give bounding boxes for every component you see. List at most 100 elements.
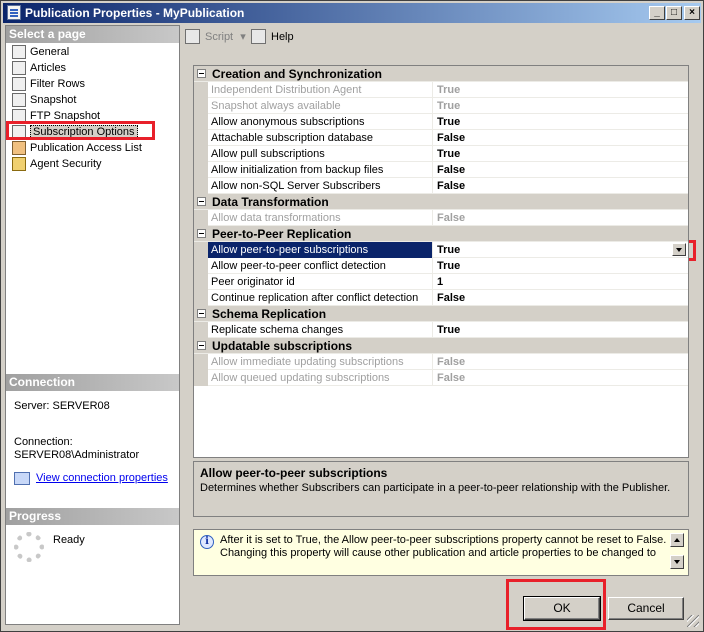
help-icon xyxy=(251,29,266,44)
property-row[interactable]: Allow non-SQL Server Subscribers False xyxy=(194,178,688,194)
view-connection-row[interactable]: View connection properties xyxy=(14,472,168,485)
title-bar: Publication Properties - MyPublication _… xyxy=(3,3,701,23)
category-label: Data Transformation xyxy=(212,195,329,209)
page-item-subscription-options[interactable]: Subscription Options xyxy=(10,124,138,140)
row-gutter xyxy=(194,322,208,338)
row-gutter xyxy=(194,370,208,386)
lock-icon xyxy=(12,157,26,171)
page-item-filter-rows[interactable]: Filter Rows xyxy=(10,76,85,92)
category-label: Peer-to-Peer Replication xyxy=(212,227,352,241)
property-name: Allow peer-to-peer subscriptions xyxy=(208,242,433,258)
collapse-icon[interactable] xyxy=(197,309,206,318)
page-item-general[interactable]: General xyxy=(10,44,69,60)
cancel-button[interactable]: Cancel xyxy=(608,597,684,620)
resize-grip[interactable] xyxy=(687,615,699,627)
connection-properties-icon xyxy=(14,472,30,485)
property-row[interactable]: Attachable subscription database False xyxy=(194,130,688,146)
property-row[interactable]: Allow peer-to-peer subscriptions True xyxy=(194,242,688,258)
info-scroll-up-button[interactable] xyxy=(670,533,684,547)
property-value[interactable]: False xyxy=(434,162,688,178)
progress-header: Progress xyxy=(6,508,179,525)
property-row[interactable]: Allow data transformations False xyxy=(194,210,688,226)
page-item-articles[interactable]: Articles xyxy=(10,60,66,76)
description-title: Allow peer-to-peer subscriptions xyxy=(200,466,388,480)
property-name: Replicate schema changes xyxy=(208,322,433,338)
connection-header: Connection xyxy=(6,374,179,391)
category-row[interactable]: Data Transformation xyxy=(194,194,688,210)
page-item-ftp-snapshot[interactable]: FTP Snapshot xyxy=(10,108,100,124)
view-connection-properties-link[interactable]: View connection properties xyxy=(36,472,168,484)
property-value[interactable]: True xyxy=(434,258,688,274)
property-row[interactable]: Allow anonymous subscriptions True xyxy=(194,114,688,130)
progress-status: Ready xyxy=(53,534,85,546)
category-row[interactable]: Schema Replication xyxy=(194,306,688,322)
property-name: Peer originator id xyxy=(208,274,433,290)
row-gutter xyxy=(194,82,208,98)
property-value[interactable]: False xyxy=(434,130,688,146)
page-item-publication-access-list[interactable]: Publication Access List xyxy=(10,140,142,156)
property-value[interactable]: False xyxy=(434,290,688,306)
category-row[interactable]: Creation and Synchronization xyxy=(194,66,688,82)
property-name: Allow immediate updating subscriptions xyxy=(208,354,433,370)
collapse-icon[interactable] xyxy=(197,197,206,206)
value-dropdown-button[interactable] xyxy=(672,243,686,256)
property-row[interactable]: Allow pull subscriptions True xyxy=(194,146,688,162)
page-item-label: Articles xyxy=(30,62,67,74)
page-icon xyxy=(12,125,26,139)
page-item-label: Snapshot xyxy=(30,94,77,106)
collapse-icon[interactable] xyxy=(197,341,206,350)
row-gutter xyxy=(194,354,208,370)
page-item-agent-security[interactable]: Agent Security xyxy=(10,156,102,172)
property-name: Continue replication after conflict dete… xyxy=(208,290,433,306)
property-row[interactable]: Snapshot always available True xyxy=(194,98,688,114)
category-label: Updatable subscriptions xyxy=(212,339,353,353)
server-label: Server: SERVER08 xyxy=(14,400,110,412)
property-name: Allow pull subscriptions xyxy=(208,146,433,162)
property-value[interactable]: True xyxy=(434,242,688,258)
page-icon xyxy=(12,109,26,123)
publication-properties-window: Publication Properties - MyPublication _… xyxy=(0,0,704,632)
property-value[interactable]: True xyxy=(434,114,688,130)
page-item-label: Publication Access List xyxy=(30,142,142,154)
category-row[interactable]: Updatable subscriptions xyxy=(194,338,688,354)
info-text: After it is set to True, the Allow peer-… xyxy=(220,534,667,559)
page-item-label: Agent Security xyxy=(30,158,102,170)
property-value[interactable]: False xyxy=(434,178,688,194)
collapse-icon[interactable] xyxy=(197,69,206,78)
info-scroll-down-button[interactable] xyxy=(670,555,684,569)
property-row[interactable]: Allow immediate updating subscriptions Fa… xyxy=(194,354,688,370)
row-gutter xyxy=(194,290,208,306)
close-button[interactable]: × xyxy=(684,6,700,20)
ok-button[interactable]: OK xyxy=(523,596,601,621)
property-value[interactable]: True xyxy=(434,322,688,338)
script-icon xyxy=(185,29,200,44)
property-name: Attachable subscription database xyxy=(208,130,433,146)
connection-label: Connection: xyxy=(14,436,73,448)
property-name: Snapshot always available xyxy=(208,98,433,114)
property-value[interactable]: 1 xyxy=(434,274,688,290)
property-row[interactable]: Independent Distribution Agent True xyxy=(194,82,688,98)
property-row[interactable]: Allow initialization from backup files Fa… xyxy=(194,162,688,178)
property-row[interactable]: Continue replication after conflict dete… xyxy=(194,290,688,306)
help-button[interactable]: Help xyxy=(251,28,294,46)
maximize-button[interactable]: □ xyxy=(666,6,682,20)
property-row[interactable]: Replicate schema changes True xyxy=(194,322,688,338)
category-row[interactable]: Peer-to-Peer Replication xyxy=(194,226,688,242)
page-icon xyxy=(12,93,26,107)
property-value: True xyxy=(437,100,461,112)
script-button[interactable]: Script ▾ xyxy=(185,28,246,46)
property-row[interactable]: Allow queued updating subscriptions False xyxy=(194,370,688,386)
property-name: Allow initialization from backup files xyxy=(208,162,433,178)
minimize-button[interactable]: _ xyxy=(649,6,665,20)
category-label: Creation and Synchronization xyxy=(212,67,383,81)
category-label: Schema Replication xyxy=(212,307,327,321)
window-title: Publication Properties - MyPublication xyxy=(25,6,245,20)
page-item-snapshot[interactable]: Snapshot xyxy=(10,92,76,108)
row-gutter xyxy=(194,258,208,274)
property-value[interactable]: True xyxy=(434,146,688,162)
left-pane: Select a page General Articles Filter Rows… xyxy=(5,25,180,625)
property-row[interactable]: Allow peer-to-peer conflict detection Tru… xyxy=(194,258,688,274)
property-row[interactable]: Peer originator id 1 xyxy=(194,274,688,290)
property-name: Allow non-SQL Server Subscribers xyxy=(208,178,433,194)
collapse-icon[interactable] xyxy=(197,229,206,238)
